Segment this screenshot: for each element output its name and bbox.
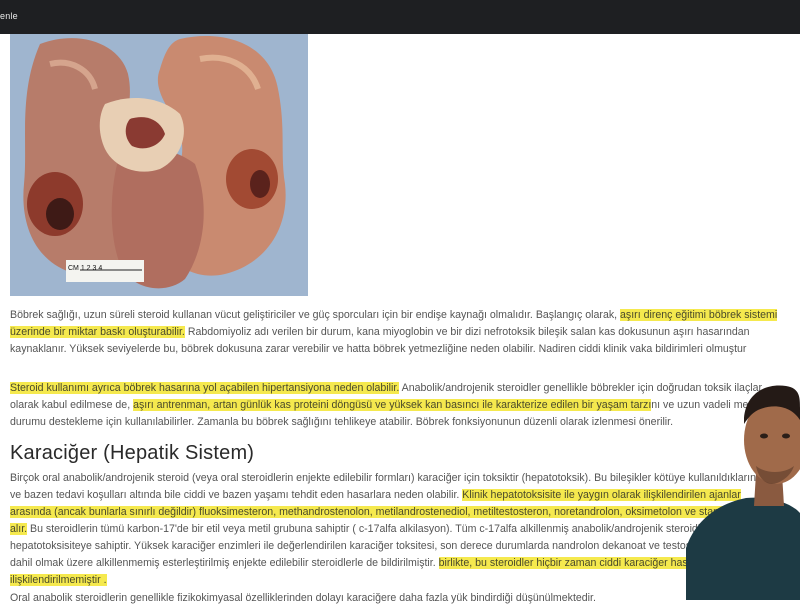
paragraph2-highlight-2: aşırı antrenman, artan günlük kas protei… bbox=[133, 399, 652, 411]
kidney-photo: CM 1 2 3 4 bbox=[10, 34, 308, 296]
paragraph-kidney-health: Böbrek sağlığı, uzun süreli steroid kull… bbox=[10, 307, 780, 358]
paragraph-hepatotoxicity: Birçok oral anabolik/androjenik steroid … bbox=[10, 470, 780, 589]
webcam-overlay bbox=[686, 378, 800, 600]
top-bar: enle bbox=[0, 0, 800, 34]
paragraph-oral-steroids: Oral anabolik steroidlerin genellikle fi… bbox=[10, 590, 780, 607]
paragraph-hypertension: Steroid kullanımı ayrıca böbrek hasarına… bbox=[10, 380, 780, 431]
top-bar-label[interactable]: enle bbox=[0, 11, 18, 21]
paragraph1-text-1: Böbrek sağlığı, uzun süreli steroid kull… bbox=[10, 309, 621, 321]
scale-label: CM 1 2 3 4 bbox=[68, 265, 102, 272]
section-heading-liver: Karaciğer (Hepatik Sistem) bbox=[10, 442, 255, 464]
paragraph2-highlight-1: Steroid kullanımı ayrıca böbrek hasarına… bbox=[10, 382, 400, 394]
paragraph4-text-1: Oral anabolik steroidlerin genellikle fi… bbox=[10, 592, 596, 604]
